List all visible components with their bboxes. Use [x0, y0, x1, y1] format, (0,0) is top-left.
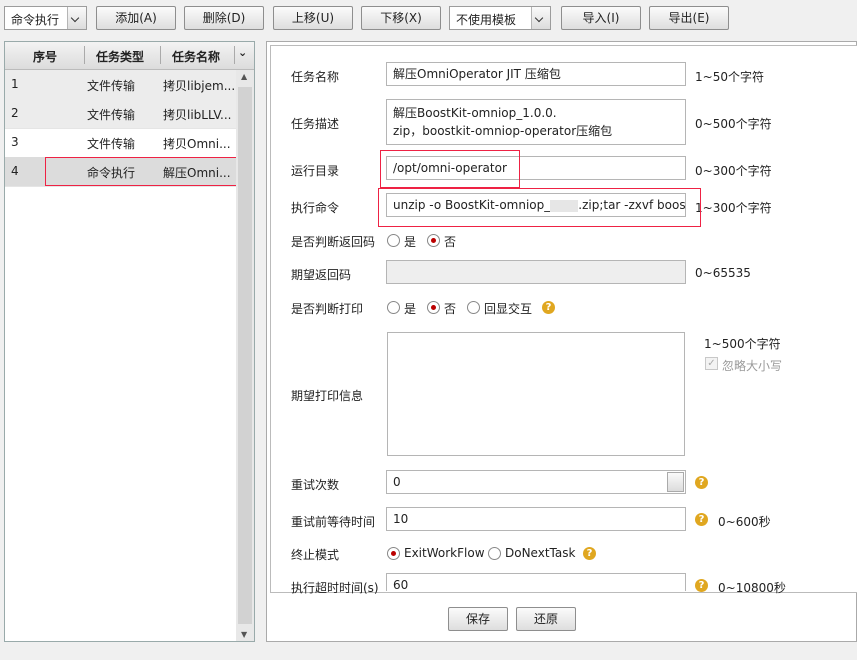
- save-button[interactable]: 保存: [448, 607, 508, 631]
- do-next-task-label: DoNextTask: [505, 546, 576, 560]
- help-icon[interactable]: ?: [695, 513, 708, 526]
- retry-wait-label: 重试前等待时间: [291, 515, 376, 529]
- mode-select-value: 命令执行: [11, 13, 60, 27]
- task-name-input[interactable]: 解压OmniOperator JIT 压缩包: [386, 62, 686, 86]
- row-no: 4: [11, 164, 19, 178]
- retry-wait-input[interactable]: 10: [386, 507, 686, 531]
- timeout-input[interactable]: 60: [386, 573, 686, 591]
- add-button[interactable]: 添加(A): [96, 6, 176, 30]
- help-icon[interactable]: ?: [542, 301, 555, 314]
- template-select-value: 不使用模板: [456, 13, 517, 27]
- expected-rc-label: 期望返回码: [291, 268, 352, 282]
- column-header-type[interactable]: 任务类型: [96, 48, 144, 65]
- row-type: 文件传输: [87, 108, 136, 122]
- check-print-yes-radio[interactable]: [387, 301, 400, 314]
- task-list-panel: 序号 任务类型 任务名称 ⌄ 1 文件传输 拷贝libjem... 2 文件传输…: [4, 41, 255, 642]
- do-next-task-radio[interactable]: [488, 547, 501, 560]
- exit-workflow-label: ExitWorkFlow: [404, 546, 485, 560]
- stop-mode-label: 终止模式: [291, 548, 340, 562]
- task-table-header: 序号 任务类型 任务名称 ⌄: [5, 42, 254, 70]
- retry-count-label: 重试次数: [291, 478, 340, 492]
- task-desc-textarea[interactable]: 解压BoostKit-omniop_1.0.0. zip，boostkit-om…: [386, 99, 686, 145]
- scrollbar-thumb[interactable]: [238, 87, 252, 624]
- task-desc-label: 任务描述: [291, 117, 340, 131]
- row-no: 3: [11, 135, 19, 149]
- check-rc-no-label: 否: [444, 235, 457, 249]
- highlight-box: [380, 150, 520, 188]
- vertical-scrollbar[interactable]: ▲ ▼: [236, 70, 254, 641]
- highlight-box: [378, 188, 701, 227]
- row-no: 1: [11, 77, 19, 91]
- ignore-case-label: 忽略大小写: [722, 359, 783, 373]
- chevron-down-icon[interactable]: [531, 7, 550, 29]
- task-desc-hint: 0~500个字符: [695, 117, 772, 131]
- row-type: 文件传输: [87, 79, 136, 93]
- mode-select[interactable]: 命令执行: [4, 6, 87, 30]
- run-dir-label: 运行目录: [291, 164, 340, 178]
- task-desc-line: zip，boostkit-omniop-operator压缩包: [393, 124, 613, 138]
- table-row[interactable]: 3 文件传输 拷贝Omni...: [5, 128, 236, 158]
- command-hint: 1~300个字符: [695, 201, 772, 215]
- row-no: 2: [11, 106, 19, 120]
- check-print-label: 是否判断打印: [291, 302, 364, 316]
- row-type: 文件传输: [87, 137, 136, 151]
- check-print-no-label: 否: [444, 302, 457, 316]
- restore-button[interactable]: 还原: [516, 607, 576, 631]
- row-name: 拷贝libjem...: [163, 79, 236, 93]
- task-desc-line: 解压BoostKit-omniop_1.0.0.: [393, 106, 557, 120]
- row-name: 拷贝libLLV...: [163, 108, 232, 122]
- command-label: 执行命令: [291, 201, 340, 215]
- check-print-yes-label: 是: [404, 302, 417, 316]
- timeout-label: 执行超时时间(s): [291, 581, 379, 595]
- table-row[interactable]: 1 文件传输 拷贝libjem...: [5, 70, 236, 100]
- exit-workflow-radio[interactable]: [387, 547, 400, 560]
- task-form: 任务名称 解压OmniOperator JIT 压缩包 1~50个字符 任务描述…: [270, 45, 857, 595]
- row-name: 拷贝Omni...: [163, 137, 231, 151]
- expected-rc-hint: 0~65535: [695, 266, 751, 280]
- column-header-name[interactable]: 任务名称: [172, 48, 220, 65]
- chevron-down-icon[interactable]: [667, 472, 684, 492]
- task-detail-panel: 任务名称 解压OmniOperator JIT 压缩包 1~50个字符 任务描述…: [266, 41, 857, 642]
- expected-rc-input: [386, 260, 686, 284]
- template-select[interactable]: 不使用模板: [449, 6, 551, 30]
- help-icon[interactable]: ?: [695, 476, 708, 489]
- table-row[interactable]: 2 文件传输 拷贝libLLV...: [5, 99, 236, 129]
- timeout-hint: 0~10800秒: [718, 581, 786, 595]
- move-down-button[interactable]: 下移(X): [361, 6, 441, 30]
- echo-interact-radio[interactable]: [467, 301, 480, 314]
- task-name-label: 任务名称: [291, 70, 340, 84]
- run-dir-hint: 0~300个字符: [695, 164, 772, 178]
- expected-print-hint: 1~500个字符: [704, 337, 781, 351]
- task-name-hint: 1~50个字符: [695, 70, 764, 84]
- chevron-down-icon[interactable]: [67, 7, 86, 29]
- check-rc-label: 是否判断返回码: [291, 235, 376, 249]
- expected-print-label: 期望打印信息: [291, 389, 364, 403]
- check-rc-yes-label: 是: [404, 235, 417, 249]
- expected-print-textarea[interactable]: [387, 332, 685, 456]
- scroll-down-icon[interactable]: ▼: [241, 630, 247, 639]
- echo-interact-label: 回显交互: [484, 302, 533, 316]
- import-button[interactable]: 导入(I): [561, 6, 641, 30]
- scroll-up-icon[interactable]: ▲: [241, 72, 247, 81]
- check-rc-yes-radio[interactable]: [387, 234, 400, 247]
- column-chooser-icon[interactable]: ⌄: [238, 46, 247, 59]
- help-icon[interactable]: ?: [583, 547, 596, 560]
- highlight-box: [45, 157, 250, 186]
- export-button[interactable]: 导出(E): [649, 6, 729, 30]
- move-up-button[interactable]: 上移(U): [273, 6, 353, 30]
- help-icon[interactable]: ?: [695, 579, 708, 592]
- retry-wait-hint: 0~600秒: [718, 515, 771, 529]
- ignore-case-checkbox[interactable]: ✓: [705, 357, 718, 370]
- check-rc-no-radio[interactable]: [427, 234, 440, 247]
- delete-button[interactable]: 删除(D): [184, 6, 264, 30]
- retry-count-value: 0: [393, 475, 401, 489]
- column-header-no[interactable]: 序号: [33, 48, 57, 65]
- retry-count-select[interactable]: 0: [386, 470, 686, 494]
- check-print-no-radio[interactable]: [427, 301, 440, 314]
